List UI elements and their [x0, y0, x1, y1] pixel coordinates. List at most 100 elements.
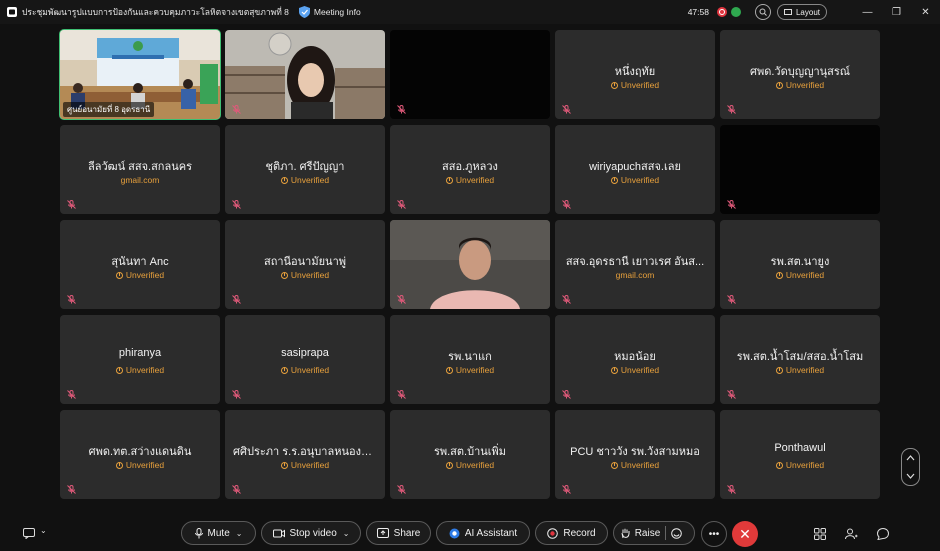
participant-tile[interactable]: ศูนย์อนามัยที่ 8 อุดรธานี — [59, 29, 221, 120]
more-options-button[interactable]: ••• — [701, 521, 727, 547]
apps-icon[interactable] — [814, 528, 826, 540]
participant-tile[interactable] — [225, 30, 385, 119]
unverified-badge: Unverified — [555, 80, 715, 90]
stop-video-button[interactable]: Stop video ⌄ — [261, 521, 361, 545]
participant-status-text: Unverified — [620, 80, 660, 90]
participant-tile[interactable]: สถานีอนามัยนาพู่ Unverified — [225, 220, 385, 309]
mic-muted-icon — [397, 390, 406, 399]
close-window-button[interactable]: ✕ — [911, 7, 940, 18]
participant-tile[interactable]: ลีลวัฒน์ สสจ.สกลนคร gmail.com — [60, 125, 220, 214]
mute-label: Mute — [207, 527, 230, 539]
participants-icon[interactable] — [845, 528, 858, 540]
recording-indicator-icon[interactable] — [716, 7, 727, 17]
participant-tile[interactable]: สสจ.อุดรธานี เยาวเรศ อันส... gmail.com — [555, 220, 715, 309]
meeting-info-link[interactable]: Meeting Info — [314, 7, 361, 17]
participant-name: ลีลวัฒน์ สสจ.สกลนคร — [87, 161, 192, 173]
participant-tile[interactable]: PCU ชาววัง รพ.วังสามหมอ Unverified — [555, 410, 715, 499]
chevron-up-icon[interactable] — [906, 455, 915, 461]
chevron-down-icon[interactable]: ⌄ — [40, 526, 47, 535]
participant-status-text: Unverified — [290, 270, 330, 280]
participant-name: รพ.สต.น้ำโสม/สสอ.น้ำโสม — [736, 351, 864, 363]
unverified-badge: Unverified — [390, 460, 550, 470]
mic-muted-icon — [562, 390, 571, 399]
participant-name: ศศิประภา ร.ร.อนุบาลหนองค... — [233, 446, 378, 458]
unverified-icon — [610, 82, 618, 89]
participant-tile[interactable]: หนึ่งฤทัย Unverified — [555, 30, 715, 119]
end-call-button[interactable]: ✕ — [732, 521, 758, 547]
participant-tile[interactable]: ชุติภา. ศรีปัญญา Unverified — [225, 125, 385, 214]
participant-tile[interactable]: รพ.นาแก Unverified — [390, 315, 550, 404]
zoom-icon[interactable] — [754, 4, 771, 20]
chat-icon[interactable] — [877, 528, 889, 540]
mic-muted-icon — [727, 105, 736, 114]
participant-tile[interactable]: รพ.สต.น้ำโสม/สสอ.น้ำโสม Unverified — [720, 315, 880, 404]
restore-button[interactable]: ❐ — [882, 7, 911, 18]
participant-tile[interactable]: ศศิประภา ร.ร.อนุบาลหนองค... Unverified — [225, 410, 385, 499]
unverified-icon — [610, 177, 618, 184]
participant-tile[interactable]: รพ.สต.นายูง Unverified — [720, 220, 880, 309]
participant-tile[interactable] — [720, 125, 880, 214]
unverified-badge: Unverified — [555, 460, 715, 470]
mute-button[interactable]: Mute ⌄ — [181, 521, 256, 545]
mic-muted-icon — [397, 295, 406, 304]
unverified-icon — [775, 367, 783, 374]
participant-name: รพ.นาแก — [448, 351, 492, 363]
reactions-icon[interactable] — [671, 527, 683, 539]
participant-tile[interactable]: หมอน้อย Unverified — [555, 315, 715, 404]
meeting-title: ประชุมพัฒนารูปแบบการป้องกันและควบคุมภาวะ… — [22, 7, 289, 17]
chevron-down-icon[interactable] — [906, 473, 915, 479]
participant-tile[interactable]: phiranya Unverified — [60, 315, 220, 404]
participant-name: ศพด.ทต.สว่างแดนดิน — [88, 446, 192, 458]
grid-scroll-control[interactable] — [901, 448, 920, 486]
chat-bubble-icon[interactable] — [23, 528, 35, 539]
participant-status-text: Unverified — [290, 460, 330, 470]
stop-video-label: Stop video — [289, 527, 337, 539]
ai-assistant-button[interactable]: AI Assistant — [436, 521, 530, 545]
title-bar: ประชุมพัฒนารูปแบบการป้องกันและควบคุมภาวะ… — [0, 0, 940, 24]
connection-status-icon[interactable] — [730, 7, 741, 17]
participant-tile[interactable]: สุนันทา Anc Unverified — [60, 220, 220, 309]
minimize-button[interactable]: — — [853, 7, 882, 18]
chevron-down-icon[interactable]: ⌄ — [236, 529, 243, 538]
participant-tile[interactable]: wiriyapuchสสจ.เลย Unverified — [555, 125, 715, 214]
mic-muted-icon — [67, 295, 76, 304]
unverified-icon — [775, 82, 783, 89]
unverified-icon — [280, 177, 288, 184]
record-button[interactable]: Record — [535, 521, 608, 545]
participant-status-text: Unverified — [125, 460, 165, 470]
meeting-timer: 47:58 — [687, 7, 709, 17]
participant-name: หนึ่งฤทัย — [614, 66, 656, 78]
camera-icon — [272, 529, 285, 537]
share-button[interactable]: Share — [366, 521, 431, 545]
chevron-down-icon[interactable]: ⌄ — [343, 529, 350, 538]
ai-assistant-label: AI Assistant — [464, 527, 518, 539]
participant-status-text: Unverified — [785, 270, 825, 280]
participant-tile[interactable] — [390, 30, 550, 119]
mic-muted-icon — [232, 200, 241, 209]
participant-tile[interactable] — [390, 220, 550, 309]
unverified-icon — [610, 367, 618, 374]
participant-tile[interactable]: สสอ.ภูหลวง Unverified — [390, 125, 550, 214]
participant-name: สุนันทา Anc — [111, 256, 169, 268]
shield-icon[interactable] — [298, 6, 310, 18]
participant-tile[interactable]: ศพด.ทต.สว่างแดนดิน Unverified — [60, 410, 220, 499]
ai-assistant-icon — [449, 528, 460, 538]
layout-button[interactable]: Layout — [776, 4, 827, 20]
participant-tile[interactable]: รพ.สต.บ้านเพิ่ม Unverified — [390, 410, 550, 499]
participant-tile[interactable]: ศพด.วัดบุญญานุสรณ์ Unverified — [720, 30, 880, 119]
participant-tile[interactable]: Ponthawul Unverified — [720, 410, 880, 499]
mic-muted-icon — [727, 390, 736, 399]
participant-name: รพ.สต.นายูง — [770, 256, 830, 268]
unverified-badge: Unverified — [60, 365, 220, 375]
participant-name: phiranya — [118, 347, 162, 359]
raise-hand-button[interactable]: Raise — [613, 521, 695, 545]
participant-status-text: Unverified — [455, 175, 495, 185]
unverified-badge: Unverified — [720, 365, 880, 375]
participant-tile[interactable]: sasiprapa Unverified — [225, 315, 385, 404]
unverified-icon — [115, 462, 123, 469]
participant-name: ศูนย์อนามัยที่ 8 อุดรธานี — [63, 102, 155, 117]
layout-label: Layout — [795, 7, 820, 17]
participant-status-text: Unverified — [125, 365, 165, 375]
unverified-badge: Unverified — [390, 365, 550, 375]
unverified-icon — [445, 462, 453, 469]
